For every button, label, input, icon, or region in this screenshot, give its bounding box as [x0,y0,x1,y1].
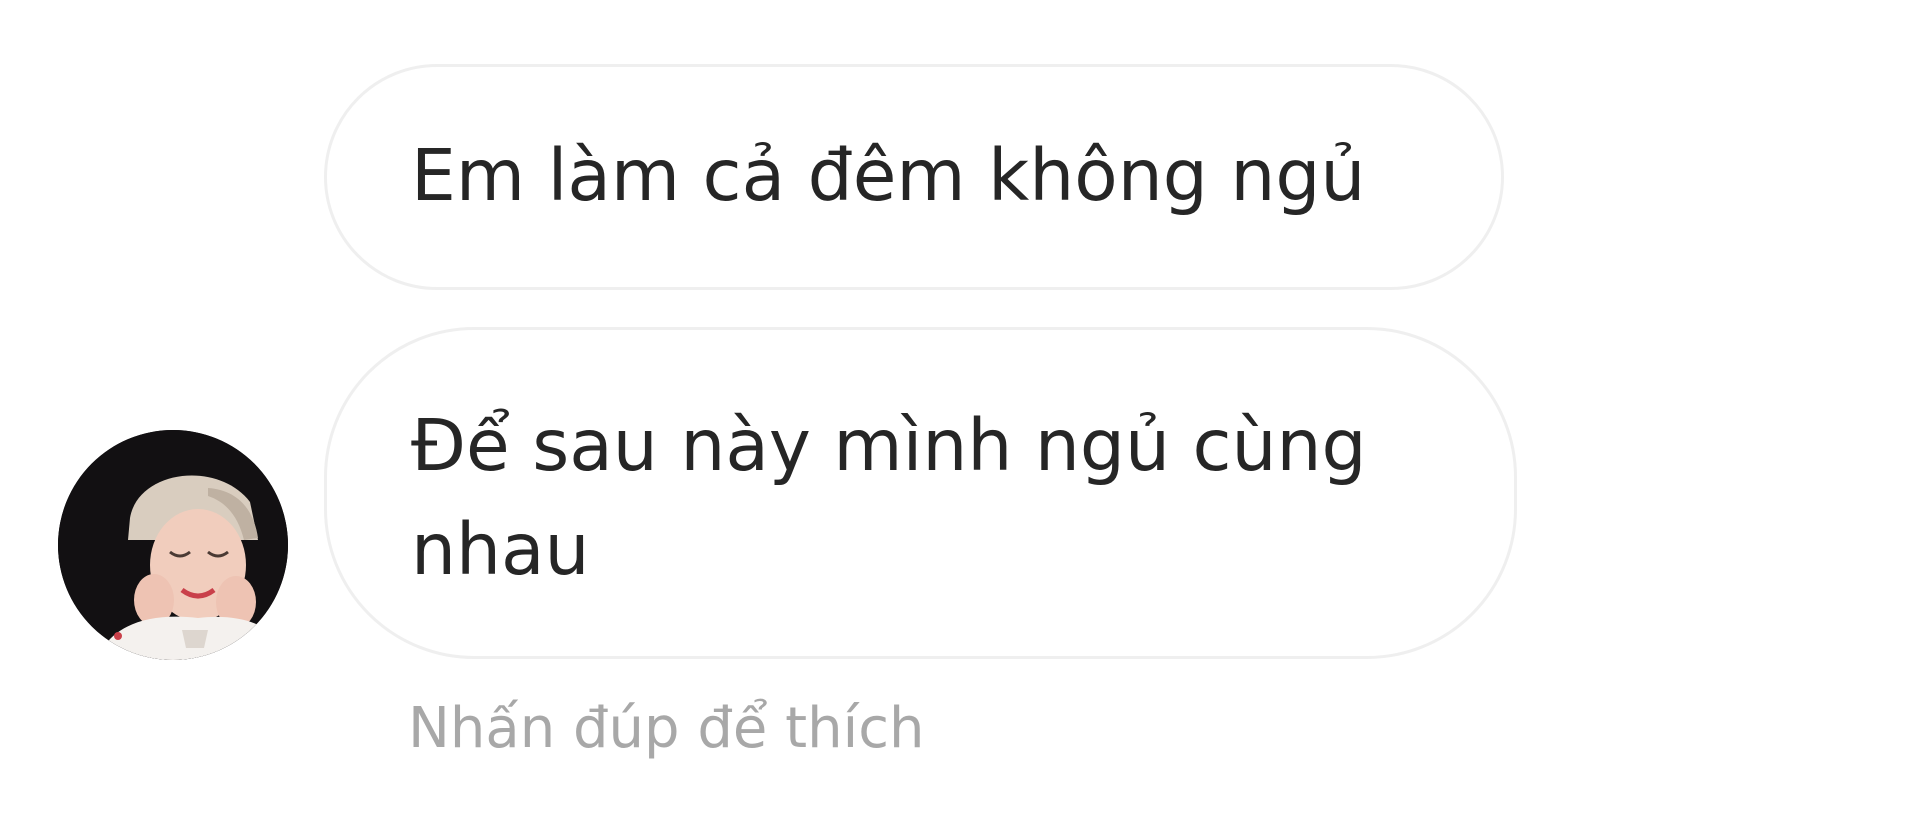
message-text: Để sau này mình ngủ cùng nhau [411,404,1367,591]
message-bubble[interactable]: Em làm cả đêm không ngủ [324,64,1504,290]
message-thread: Em làm cả đêm không ngủ Để sau này mình … [0,0,1920,832]
avatar[interactable] [58,430,288,660]
double-tap-hint: Nhấn đúp để thích [408,696,925,761]
message-bubble[interactable]: Để sau này mình ngủ cùng nhau [324,327,1517,659]
avatar-photo-icon [58,430,288,660]
message-text: Em làm cả đêm không ngủ [411,134,1366,217]
